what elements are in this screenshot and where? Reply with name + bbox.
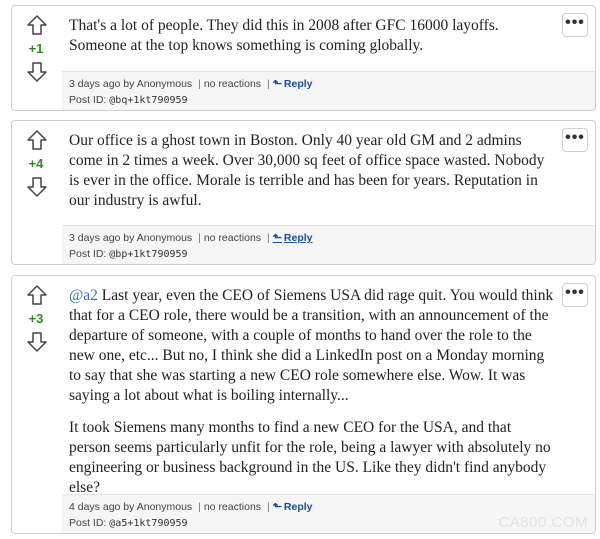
separator: | (266, 78, 270, 90)
author-prefix: by (123, 232, 135, 244)
separator: | (266, 232, 270, 244)
post-id-value: @bp+1kt790959 (109, 249, 188, 260)
post-id-label: Post ID: (69, 248, 107, 260)
user-mention-link[interactable]: @a2 (69, 287, 98, 304)
vote-score: +4 (28, 156, 44, 171)
post-paragraph-text: Last year, even the CEO of Siemens USA d… (69, 287, 554, 404)
separator: | (266, 501, 270, 513)
watermark: CA800.COM (498, 514, 588, 531)
author-prefix: by (123, 78, 135, 90)
post-footer: 3 days ago by Anonymous | no reactions | ⬑… (62, 225, 595, 264)
reply-button[interactable]: ⬑ Reply (273, 501, 313, 513)
post-meta: 3 days ago by Anonymous | no reactions | ⬑… (69, 76, 595, 93)
reactions-count[interactable]: no reactions (204, 78, 261, 90)
reply-button[interactable]: ⬑ Reply (273, 78, 313, 90)
post-paragraph: That's a lot of people. They did this in… (69, 17, 499, 54)
more-options-icon[interactable]: ••• (562, 283, 588, 307)
post-id-line: Post ID: @bp+1kt790959 (69, 247, 595, 262)
post-id-line: Post ID: @bq+1kt790959 (69, 93, 595, 108)
upvote-arrow-icon[interactable] (26, 284, 48, 306)
post-time: 3 days ago (69, 232, 121, 244)
post-paragraph: Our office is a ghost town in Boston. On… (69, 132, 545, 209)
upvote-arrow-icon[interactable] (26, 14, 48, 36)
reply-arrow-icon: ⬑ (272, 501, 282, 513)
upvote-arrow-icon[interactable] (26, 129, 48, 151)
more-options-icon[interactable]: ••• (562, 13, 588, 37)
post-card: +1 That's a lot of people. They did this… (11, 5, 596, 111)
post-body: Our office is a ghost town in Boston. On… (69, 131, 555, 211)
more-options-icon[interactable]: ••• (562, 128, 588, 152)
reply-button[interactable]: ⬑ Reply (273, 232, 313, 244)
reply-arrow-icon: ⬑ (272, 78, 282, 90)
post-id-label: Post ID: (69, 517, 107, 529)
post-meta: 3 days ago by Anonymous | no reactions | ⬑… (69, 230, 595, 247)
reply-label: Reply (283, 78, 313, 90)
post-author: Anonymous (136, 78, 193, 90)
separator: | (198, 501, 201, 513)
downvote-arrow-icon[interactable] (26, 176, 48, 198)
reply-label: Reply (283, 501, 313, 513)
post-card: +4 Our office is a ghost town in Boston.… (11, 120, 596, 265)
post-time: 4 days ago (69, 501, 121, 513)
author-prefix: by (123, 501, 135, 513)
reactions-count[interactable]: no reactions (204, 501, 261, 513)
post-paragraph: It took Siemens many months to find a ne… (69, 419, 551, 496)
vote-score: +1 (28, 41, 44, 56)
vote-column: +1 (12, 6, 62, 110)
downvote-arrow-icon[interactable] (26, 331, 48, 353)
vote-column: +4 (12, 121, 62, 264)
reply-arrow-icon: ⬑ (272, 232, 282, 244)
post-author: Anonymous (136, 501, 193, 513)
post-author: Anonymous (136, 232, 193, 244)
post-paragraph: @a2 Last year, even the CEO of Siemens U… (69, 286, 555, 406)
post-card: +3 @a2 Last year, even the CEO of Siemen… (11, 275, 596, 534)
post-time: 3 days ago (69, 78, 121, 90)
post-id-value: @bq+1kt790959 (109, 95, 188, 106)
post-id-label: Post ID: (69, 94, 107, 106)
vote-column: +3 (12, 276, 62, 533)
separator: | (198, 232, 201, 244)
separator: | (198, 78, 201, 90)
vote-score: +3 (28, 311, 44, 326)
downvote-arrow-icon[interactable] (26, 61, 48, 83)
post-id-value: @a5+1kt790959 (109, 518, 188, 529)
post-body: @a2 Last year, even the CEO of Siemens U… (69, 286, 555, 498)
post-body: That's a lot of people. They did this in… (69, 16, 555, 56)
reply-label: Reply (283, 232, 313, 244)
post-footer: 3 days ago by Anonymous | no reactions | ⬑… (62, 71, 595, 110)
reactions-count[interactable]: no reactions (204, 232, 261, 244)
